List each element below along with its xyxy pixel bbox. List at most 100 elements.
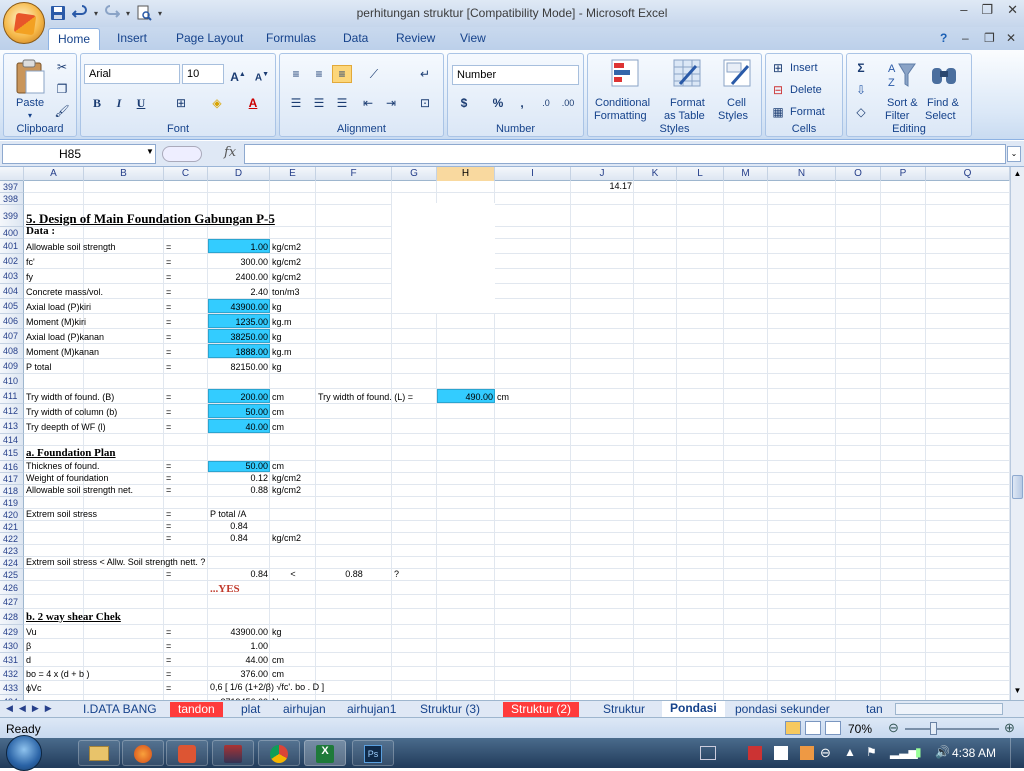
sort-filter-icon[interactable]: AZ xyxy=(887,60,917,90)
underline-button[interactable]: U xyxy=(131,94,151,112)
label-405[interactable]: Axial load (P)kiri xyxy=(26,303,166,312)
eq-429[interactable]: = xyxy=(166,628,210,637)
zoom-slider-thumb[interactable] xyxy=(930,722,937,735)
cut-icon[interactable]: ✂ xyxy=(52,58,72,76)
tab-review[interactable]: Review xyxy=(396,31,435,45)
zoom-level[interactable]: 70% xyxy=(848,722,872,736)
lt-425[interactable]: < xyxy=(272,570,314,579)
row-header-418[interactable]: 418 xyxy=(0,485,24,497)
eq-420[interactable]: = xyxy=(166,510,210,519)
label-404[interactable]: Concrete mass/vol. xyxy=(26,288,166,297)
value-409[interactable]: 82150.00 xyxy=(210,363,268,372)
value-416[interactable]: 50.00 xyxy=(210,462,268,471)
tab-insert[interactable]: Insert xyxy=(117,31,147,45)
column-header-l[interactable]: L xyxy=(677,167,724,181)
eq-417[interactable]: = xyxy=(166,474,210,483)
eq-412[interactable]: = xyxy=(166,408,210,417)
column-header-d[interactable]: D xyxy=(208,167,270,181)
eq-422[interactable]: = xyxy=(166,534,210,543)
value-418[interactable]: 0.88 xyxy=(210,486,268,495)
sheet-tab-pondasi-sekunder[interactable]: pondasi sekunder xyxy=(727,702,838,717)
check-question[interactable]: Extrem soil stress < Allw. Soil strength… xyxy=(26,558,272,567)
eq-407[interactable]: = xyxy=(166,333,210,342)
name-box[interactable]: H85 xyxy=(2,144,156,164)
label-418[interactable]: Allowable soil strength net. xyxy=(26,486,166,495)
borders-icon[interactable]: ⊞ xyxy=(171,94,191,112)
scroll-thumb[interactable] xyxy=(1012,475,1023,499)
sheet-tab-pondasi[interactable]: Pondasi xyxy=(662,701,725,717)
row-header-408[interactable]: 408 xyxy=(0,344,24,359)
unit-401[interactable]: kg/cm2 xyxy=(272,243,318,252)
cell-styles-icon[interactable] xyxy=(722,58,752,88)
row-header-411[interactable]: 411 xyxy=(0,389,24,404)
name-box-dropdown-icon[interactable]: ▼ xyxy=(146,147,154,156)
row-header-402[interactable]: 402 xyxy=(0,254,24,269)
unit-403[interactable]: kg/cm2 xyxy=(272,273,318,282)
font-name-combo[interactable]: Arial xyxy=(84,64,180,84)
row-header-401[interactable]: 401 xyxy=(0,239,24,254)
row-header-429[interactable]: 429 xyxy=(0,625,24,639)
decrease-indent-icon[interactable]: ⇤ xyxy=(358,94,378,112)
label-411[interactable]: Try width of found. (B) xyxy=(26,393,166,402)
cell-styles-button[interactable]: Cell xyxy=(727,97,746,109)
taskbar-explorer-icon[interactable] xyxy=(78,740,120,766)
sheet-tab-airhujan1[interactable]: airhujan1 xyxy=(339,702,404,717)
column-header-a[interactable]: A xyxy=(24,167,84,181)
tray-icon-1[interactable] xyxy=(700,746,716,760)
format-as-table-button-line2[interactable]: as Table xyxy=(664,110,705,122)
column-header-q[interactable]: Q xyxy=(926,167,1010,181)
column-header-j[interactable]: J xyxy=(571,167,634,181)
value-413[interactable]: 40.00 xyxy=(210,423,268,432)
eq-431[interactable]: = xyxy=(166,656,210,665)
unit-402[interactable]: kg/cm2 xyxy=(272,258,318,267)
fill-icon[interactable]: ⇩ xyxy=(851,81,871,99)
battery-icon[interactable]: ▮ xyxy=(915,745,922,759)
unit-418[interactable]: kg/cm2 xyxy=(272,486,318,495)
format-cells-button[interactable]: Format xyxy=(790,106,825,118)
find-select-button-line2[interactable]: Select xyxy=(925,110,956,122)
eq-416[interactable]: = xyxy=(166,462,210,471)
eq-404[interactable]: = xyxy=(166,288,210,297)
sheet-tab-struktur-2-[interactable]: Struktur (2) xyxy=(503,702,580,717)
label-413[interactable]: Try deepth of WF (l) xyxy=(26,423,166,432)
ribbon-restore-button[interactable]: ❐ xyxy=(984,31,995,45)
scroll-down-icon[interactable]: ▼ xyxy=(1012,686,1023,698)
taskbar-photoshop-icon[interactable]: Ps xyxy=(352,740,394,766)
unit-406[interactable]: kg.m xyxy=(272,318,318,327)
formula-input[interactable] xyxy=(244,144,1006,164)
column-header-o[interactable]: O xyxy=(836,167,881,181)
eq-401[interactable]: = xyxy=(166,243,210,252)
tray-icon-5[interactable]: ⊖ xyxy=(820,745,831,761)
worksheet-grid[interactable]: 397 398 399 400 401 402 403 404 405 406 407 408 409 4… xyxy=(0,181,1010,700)
close-button[interactable]: ✕ xyxy=(1007,2,1018,18)
taskbar-winrar-icon[interactable] xyxy=(212,740,254,766)
row-header-406[interactable]: 406 xyxy=(0,314,24,329)
value-431[interactable]: 44.00 xyxy=(210,656,268,665)
start-button[interactable] xyxy=(6,735,42,771)
column-header-i[interactable]: I xyxy=(495,167,571,181)
shear-check-heading[interactable]: b. 2 way shear Chek xyxy=(26,612,210,623)
eq-425[interactable]: = xyxy=(166,570,210,579)
copy-icon[interactable]: ❐ xyxy=(52,80,72,98)
sort-filter-button[interactable]: Sort & xyxy=(887,97,918,109)
row-header-426[interactable]: 426 xyxy=(0,581,24,595)
taskbar-clock[interactable]: 4:38 AM xyxy=(952,746,996,760)
sheet-tab-i-data-bang[interactable]: I.DATA BANG xyxy=(75,702,165,717)
increase-indent-icon[interactable]: ⇥ xyxy=(381,94,401,112)
cell-styles-button-line2[interactable]: Styles xyxy=(718,110,748,122)
row-header-427[interactable]: 427 xyxy=(0,595,24,609)
number-format-combo[interactable]: Number xyxy=(452,65,579,85)
check-result[interactable]: ...YES xyxy=(210,584,272,595)
zoom-in-icon[interactable]: ⊕ xyxy=(1004,720,1015,736)
tab-page-layout[interactable]: Page Layout xyxy=(176,31,243,45)
row-header-422[interactable]: 422 xyxy=(0,533,24,545)
column-header-p[interactable]: P xyxy=(881,167,926,181)
format-cells-icon[interactable]: ▦ xyxy=(768,103,788,121)
row-header-416[interactable]: 416 xyxy=(0,461,24,473)
insert-cells-button[interactable]: Insert xyxy=(790,62,818,74)
label-403[interactable]: fy xyxy=(26,273,166,282)
format-as-table-button[interactable]: Format xyxy=(670,97,705,109)
data-heading[interactable]: Data : xyxy=(26,226,86,237)
ribbon-close-button[interactable]: ✕ xyxy=(1006,31,1016,45)
align-top-icon[interactable]: ≡ xyxy=(286,65,306,83)
